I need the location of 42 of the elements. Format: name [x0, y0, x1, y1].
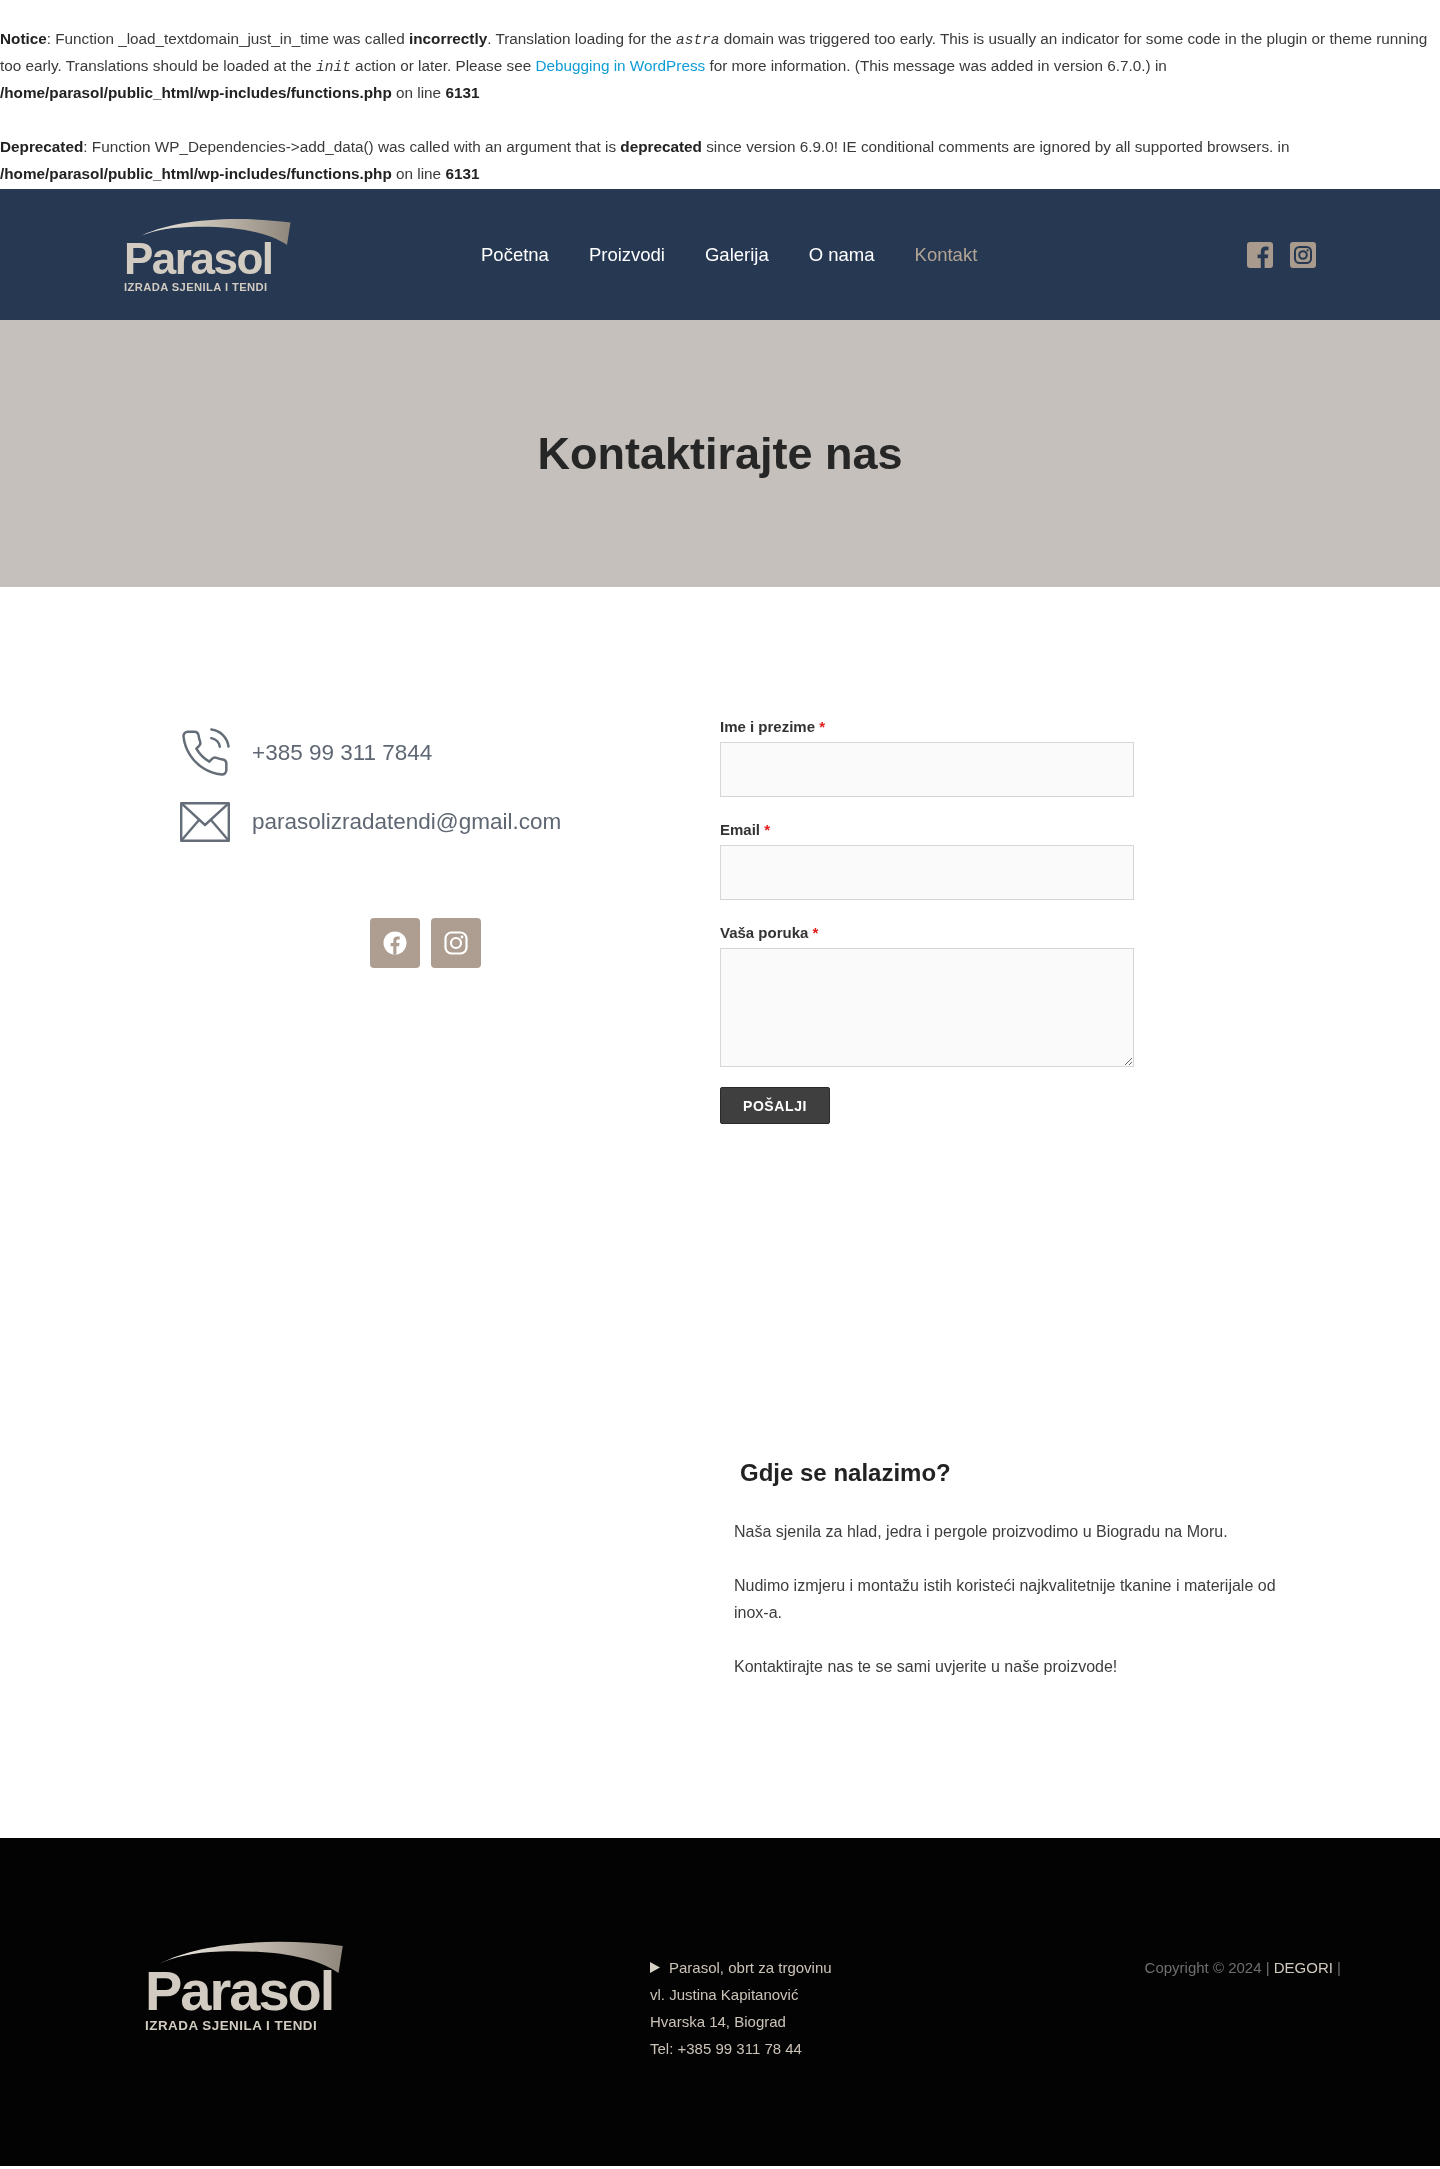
notice-message: Notice: Function _load_textdomain_just_in_time was called incorrectly. Translation loading for the astra domain was triggered too early. This is usually an indicator for some code in the plugin or theme running too early. Translations should be loaded at the init action or later. Please see Debugging in WordPress for more information. (This message was added in version 6.7.0.) in /home/parasol/public_html/wp-includes/functions.php on line 6131: [0, 29, 1429, 103]
facebook-button[interactable]: [369, 918, 420, 968]
address-line: Parasol, obrt za trgovinu: [669, 1958, 832, 1978]
logo-wordmark: Parasol: [145, 1966, 334, 2016]
facebook-icon[interactable]: [1247, 241, 1273, 268]
body-text: Kontaktirajte nas te se sami uvjerite u naše proizvode!: [734, 1657, 1119, 1677]
credit-link[interactable]: DEGORI: [1273, 1959, 1333, 1976]
instagram-icon: [443, 931, 468, 955]
logo-tagline: IZRADA SJENILA I TENDI: [145, 2018, 318, 2033]
site-logo[interactable]: Parasol IZRADA SJENILA I TENDI: [124, 215, 297, 294]
logo-wordmark: Parasol: [124, 239, 273, 279]
name-input[interactable]: [720, 742, 1134, 797]
nav-link[interactable]: Kontakt: [914, 243, 978, 266]
body-text: Naša sjenila za hlad, jedra i pergole proizvodimo u Biogradu na Moru.: [734, 1522, 1229, 1542]
address-line: Tel: +385 99 311 78 44: [650, 2039, 802, 2059]
field-label: Vaša poruka *: [720, 923, 819, 943]
message-textarea[interactable]: [720, 948, 1134, 1067]
nav-link[interactable]: Galerija: [705, 243, 769, 266]
phone-number: +385 99 311 7844: [252, 739, 433, 767]
logo-tagline: IZRADA SJENILA I TENDI: [124, 281, 268, 294]
envelope-icon: [180, 802, 230, 842]
instagram-icon[interactable]: [1290, 241, 1316, 268]
phone-icon: [180, 728, 230, 778]
notice-message: Deprecated: Function WP_Dependencies->add_data() was called with an argument that is deprecated since version 6.9.0! IE conditional comments are ignored by all supported browsers. in /home/parasol/public_html/wp-includes/functions.php on line 6131: [0, 137, 1291, 184]
body-text: Nudimo izmjeru i montažu istih koristeći najkvalitetnije tkanine i materijale od inox-a.: [734, 1576, 1277, 1623]
field-label: Ime i prezime *: [720, 717, 826, 737]
submit-button[interactable]: POŠALJI: [720, 1087, 830, 1124]
page-title: Kontaktirajte nas: [537, 426, 903, 481]
site-logo[interactable]: Parasol IZRADA SJENILA I TENDI: [145, 1937, 350, 2033]
facebook-icon: [382, 931, 407, 955]
nav-link[interactable]: Proizvodi: [588, 243, 665, 266]
nav-link[interactable]: O nama: [808, 243, 875, 266]
instagram-button[interactable]: [430, 918, 481, 968]
address-line: vl. Justina Kapitanović: [650, 1985, 799, 2005]
email-address: parasolizradatendi@gmail.com: [252, 808, 562, 836]
email-input[interactable]: [720, 845, 1134, 900]
nav-link[interactable]: Početna: [481, 243, 549, 266]
address-line: Hvarska 14, Biograd: [650, 2012, 786, 2032]
triangle-bullet-icon: [650, 1962, 660, 1973]
copyright-text: Copyright © 2024 | DEGORI |: [1144, 1958, 1341, 1978]
section-heading: Gdje se nalazimo?: [740, 1458, 952, 1488]
field-label: Email *: [720, 820, 771, 840]
